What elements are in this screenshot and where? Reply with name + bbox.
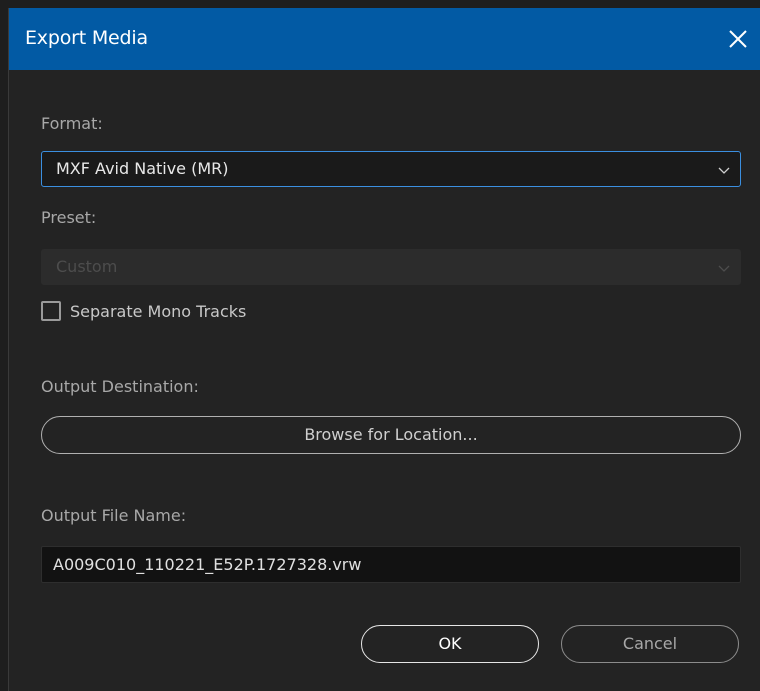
- chevron-down-icon: [718, 167, 730, 174]
- format-select[interactable]: MXF Avid Native (MR): [41, 151, 741, 187]
- output-file-name-input[interactable]: A009C010_110221_E52P.1727328.vrw: [41, 546, 741, 583]
- format-selected-value: MXF Avid Native (MR): [56, 159, 229, 178]
- cancel-button[interactable]: Cancel: [561, 625, 739, 663]
- output-file-name-label: Output File Name:: [41, 506, 187, 525]
- export-media-dialog: Export Media Format: MXF Avid Native (MR…: [8, 8, 760, 691]
- close-button[interactable]: [715, 8, 760, 70]
- preset-label: Preset:: [41, 208, 97, 227]
- browse-location-button[interactable]: Browse for Location...: [41, 416, 741, 454]
- chevron-down-icon: [718, 265, 730, 272]
- separate-mono-tracks-option[interactable]: Separate Mono Tracks: [41, 300, 246, 322]
- output-destination-label: Output Destination:: [41, 377, 199, 396]
- preset-selected-value: Custom: [56, 257, 118, 276]
- separate-mono-tracks-checkbox[interactable]: [41, 301, 61, 321]
- separate-mono-tracks-label: Separate Mono Tracks: [70, 301, 247, 321]
- ok-button[interactable]: OK: [361, 625, 539, 663]
- close-icon: [729, 30, 747, 48]
- title-bar[interactable]: Export Media: [9, 8, 760, 70]
- preset-select[interactable]: Custom: [41, 249, 741, 285]
- dialog-title: Export Media: [25, 27, 148, 49]
- format-label: Format:: [41, 114, 103, 133]
